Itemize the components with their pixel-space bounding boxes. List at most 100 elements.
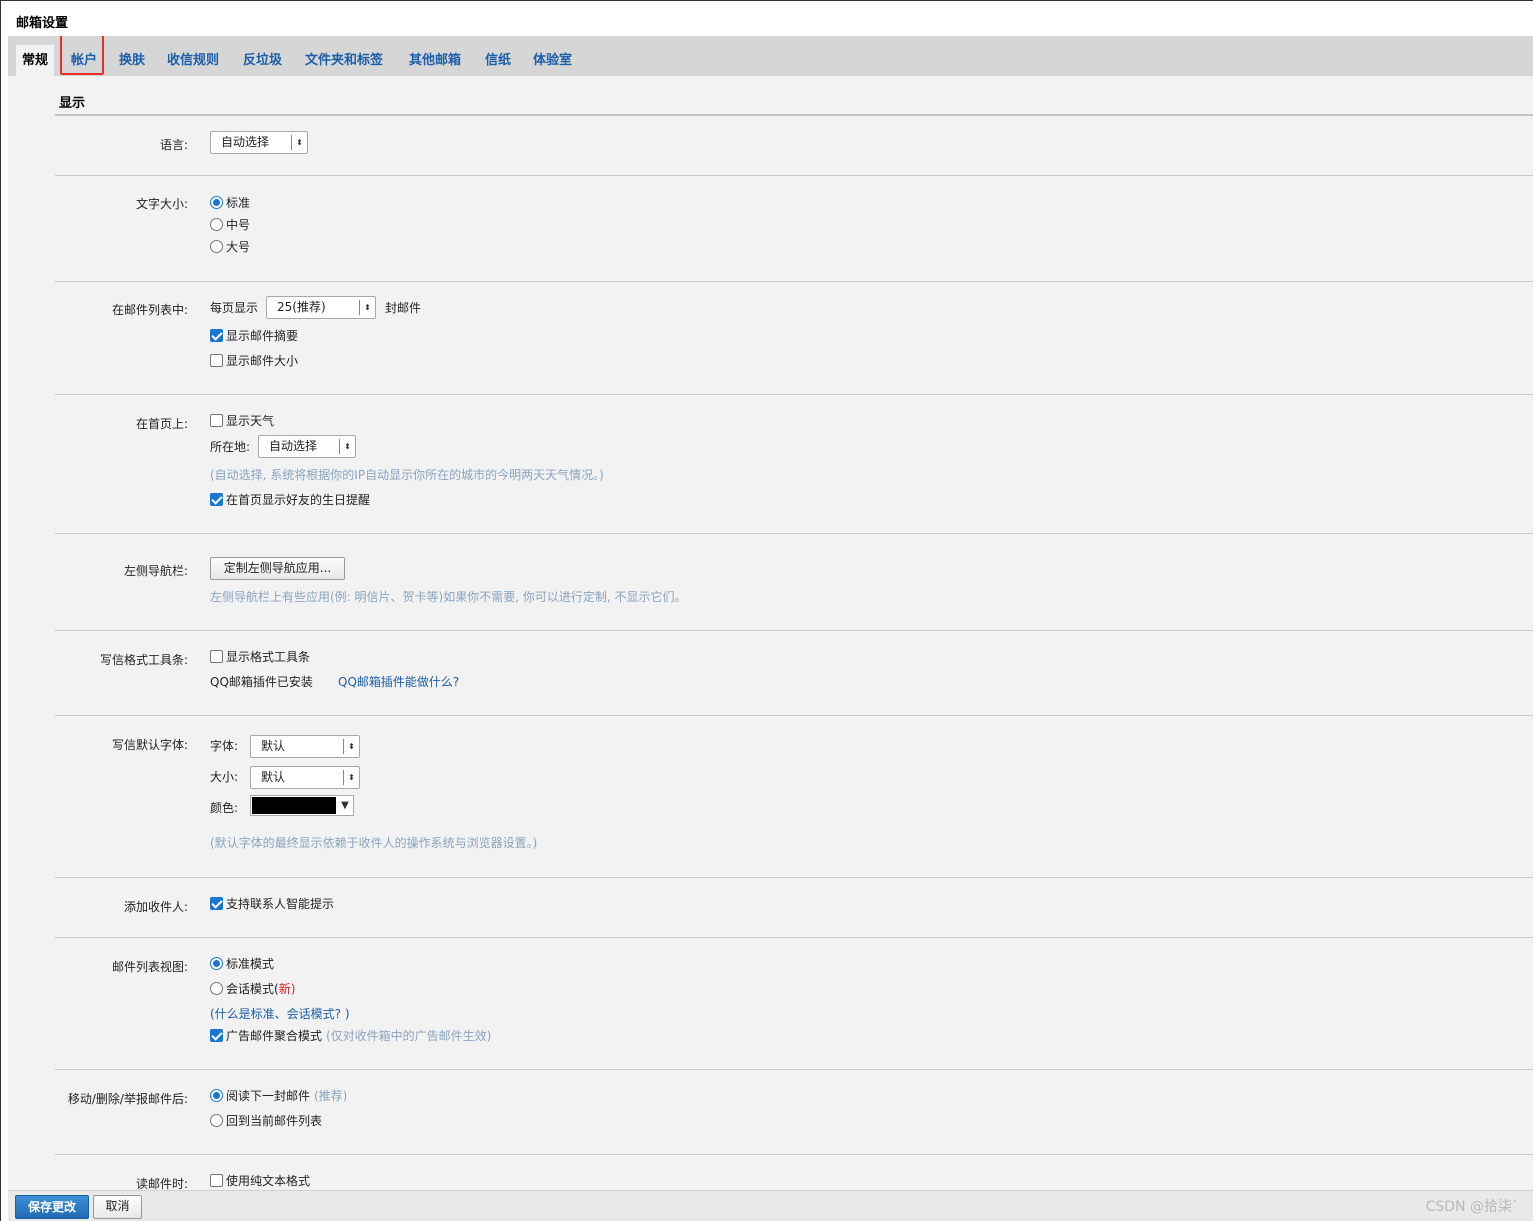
show-weather-checkbox[interactable]	[210, 414, 223, 427]
per-page-value: 25(推荐)	[277, 300, 326, 314]
footer-bar: 保存更改 取消	[8, 1190, 1533, 1221]
tab-skin[interactable]: 换肤	[119, 45, 145, 76]
birthday-reminder-checkbox[interactable]	[210, 493, 223, 506]
divider	[55, 175, 1533, 176]
divider	[55, 877, 1533, 878]
back-to-list-label: 回到当前邮件列表	[226, 1114, 323, 1128]
mail-list-label: 在邮件列表中:	[111, 303, 188, 317]
radio-conversation-mode[interactable]	[210, 982, 223, 995]
tab-other-mailbox[interactable]: 其他邮箱	[409, 45, 461, 76]
location-select[interactable]: 自动选择 ⬍	[258, 435, 356, 458]
default-font-label: 写信默认字体:	[111, 738, 188, 752]
show-summary-checkbox[interactable]	[210, 329, 223, 342]
font-standard-label: 标准	[226, 196, 251, 210]
font-family-select[interactable]: 默认 ⬍	[250, 735, 360, 758]
after-action-label: 移动/删除/举报邮件后:	[67, 1092, 188, 1106]
divider	[55, 114, 1533, 116]
tab-mail-rules[interactable]: 收信规则	[167, 45, 219, 76]
cancel-button[interactable]: 取消	[93, 1195, 142, 1219]
language-value: 自动选择	[221, 135, 270, 149]
select-arrow-icon: ⬍	[359, 300, 375, 315]
read-next-label: 阅读下一封邮件	[226, 1089, 311, 1103]
conversation-mode-label: 会话模式(新)	[226, 980, 295, 997]
page-title: 邮箱设置	[16, 16, 69, 31]
font-color-picker[interactable]: ▼	[250, 795, 354, 816]
left-nav-label: 左侧导航栏:	[123, 564, 188, 578]
what-is-mode-link[interactable]: (什么是标准、会话模式? )	[210, 1005, 350, 1022]
settings-panel: 常规 帐户 换肤 收信规则 反垃圾 文件夹和标签 其他邮箱 信纸 体验室 显示 …	[8, 36, 1533, 1221]
language-select[interactable]: 自动选择 ⬍	[210, 131, 308, 154]
format-toolbar-label: 写信格式工具条:	[99, 653, 188, 667]
font-size-value: 默认	[261, 770, 286, 784]
tab-anti-spam[interactable]: 反垃圾	[243, 45, 282, 76]
divider	[55, 533, 1533, 534]
new-badge: 新	[278, 982, 291, 996]
tab-general[interactable]: 常规	[16, 45, 55, 76]
color-swatch	[252, 797, 336, 814]
tab-lab[interactable]: 体验室	[533, 45, 572, 76]
location-label: 所在地:	[210, 440, 251, 454]
ad-aggregate-label: 广告邮件聚合模式	[226, 1029, 323, 1043]
chevron-down-icon: ▼	[341, 800, 349, 811]
divider	[55, 281, 1533, 282]
homepage-label: 在首页上:	[135, 417, 188, 431]
show-size-label: 显示邮件大小	[226, 354, 299, 368]
per-page-label: 每页显示	[210, 301, 259, 315]
save-button[interactable]: 保存更改	[15, 1195, 89, 1219]
font-medium-label: 中号	[226, 218, 251, 232]
tab-bar: 常规 帐户 换肤 收信规则 反垃圾 文件夹和标签 其他邮箱 信纸 体验室	[8, 36, 1533, 76]
plugin-installed-text: QQ邮箱插件已安装	[210, 675, 313, 689]
select-arrow-icon: ⬍	[291, 135, 307, 150]
radio-back-to-list[interactable]	[210, 1114, 223, 1127]
select-arrow-icon: ⬍	[339, 439, 355, 454]
font-color-label: 颜色:	[210, 801, 239, 815]
show-size-checkbox[interactable]	[210, 354, 223, 367]
section-title-display: 显示	[59, 96, 86, 111]
list-view-label: 邮件列表视图:	[111, 960, 188, 974]
language-label: 语言:	[159, 138, 188, 152]
font-size-select[interactable]: 默认 ⬍	[250, 766, 360, 789]
new-badge-close: )	[290, 982, 296, 996]
radio-font-standard[interactable]	[210, 196, 223, 209]
font-size-label: 文字大小:	[135, 197, 188, 211]
standard-mode-label: 标准模式	[226, 957, 275, 971]
customize-left-nav-button[interactable]: 定制左侧导航应用...	[210, 557, 345, 580]
radio-font-large[interactable]	[210, 240, 223, 253]
per-page-select[interactable]: 25(推荐) ⬍	[266, 296, 376, 319]
smart-contact-checkbox[interactable]	[210, 897, 223, 910]
show-format-toolbar-label: 显示格式工具条	[226, 650, 311, 664]
location-value: 自动选择	[269, 439, 318, 453]
watermark: CSDN @拾柒`	[1425, 1199, 1519, 1215]
plain-text-checkbox[interactable]	[210, 1174, 223, 1187]
add-recipient-label: 添加收件人:	[123, 900, 188, 914]
ad-aggregate-checkbox[interactable]	[210, 1029, 223, 1042]
default-font-hint: (默认字体的最终显示依赖于收件人的操作系统与浏览器设置。)	[210, 836, 538, 850]
smart-contact-label: 支持联系人智能提示	[226, 897, 335, 911]
divider	[55, 394, 1533, 395]
show-format-toolbar-checkbox[interactable]	[210, 650, 223, 663]
tab-stationery[interactable]: 信纸	[485, 45, 511, 76]
show-weather-label: 显示天气	[226, 414, 275, 428]
select-arrow-icon: ⬍	[343, 770, 359, 785]
divider	[55, 1154, 1533, 1155]
plain-text-label: 使用纯文本格式	[226, 1174, 311, 1188]
divider	[55, 937, 1533, 938]
radio-read-next[interactable]	[210, 1089, 223, 1102]
ad-aggregate-note: (仅对收件箱中的广告邮件生效)	[326, 1029, 492, 1043]
radio-font-medium[interactable]	[210, 218, 223, 231]
divider	[55, 1069, 1533, 1070]
divider	[55, 715, 1533, 716]
per-page-unit: 封邮件	[385, 301, 422, 315]
font-family-value: 默认	[261, 739, 286, 753]
tab-folders-labels[interactable]: 文件夹和标签	[305, 45, 383, 76]
conversation-mode-text: 会话模式(	[226, 982, 279, 996]
radio-standard-mode[interactable]	[210, 957, 223, 970]
tab-account[interactable]: 帐户	[71, 45, 97, 76]
recommend-note: (推荐)	[314, 1089, 348, 1103]
show-summary-label: 显示邮件摘要	[226, 329, 299, 343]
divider	[55, 630, 1533, 631]
birthday-reminder-label: 在首页显示好友的生日提醒	[226, 493, 371, 507]
font-size-select-label: 大小:	[210, 770, 239, 784]
plugin-info-link[interactable]: QQ邮箱插件能做什么?	[338, 673, 459, 690]
font-large-label: 大号	[226, 240, 251, 254]
